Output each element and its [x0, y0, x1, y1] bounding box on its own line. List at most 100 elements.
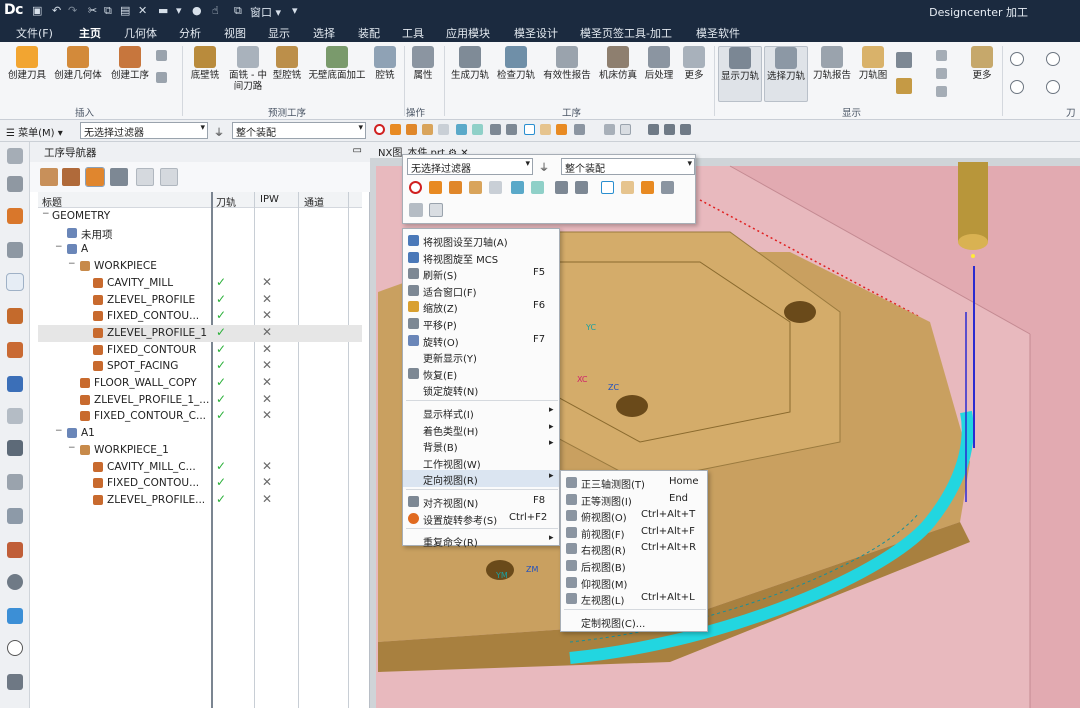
tree-row[interactable]: ZLEVEL_PROFILE_1_... ✓ ✕ [38, 392, 362, 409]
face-mill-button[interactable]: 面铣 - 中间刀路 [226, 46, 270, 92]
context-menu-item[interactable]: 工作视图(W) [403, 454, 559, 471]
verify-toolpath-button[interactable]: 检查刀轨 [494, 46, 538, 81]
globe-icon[interactable] [7, 608, 23, 624]
hexagon-icon[interactable] [524, 124, 535, 135]
display-small1-icon[interactable] [936, 50, 947, 61]
more-operations-button[interactable]: 更多 [680, 46, 708, 81]
insert-extra2-icon[interactable] [156, 72, 167, 83]
expand-toggle-icon[interactable]: − [68, 259, 76, 269]
orient-view-item[interactable]: 正等测图(I) End [561, 491, 707, 508]
graphics-viewport[interactable]: YC XC ZC YM ZM NX图_本件.prt ⚙ ✕ 无选择过滤器▾ ⏚ … [370, 142, 1080, 708]
select-box-icon[interactable] [604, 124, 615, 135]
context-menu-item[interactable]: 显示样式(I) ▸ [403, 404, 559, 421]
tree-row[interactable]: SPOT_FACING ✓ ✕ [38, 358, 362, 375]
tree-row[interactable]: − WORKPIECE [38, 258, 362, 275]
context-menu-item[interactable]: 将视图旋至 MCS [403, 249, 559, 266]
tree-row[interactable]: FIXED_CONTOUR ✓ ✕ [38, 342, 362, 359]
select-feature-icon[interactable] [540, 124, 551, 135]
filter-icon[interactable]: ⏚ [539, 159, 549, 174]
insert-extra-icon[interactable] [156, 50, 167, 61]
expand-toggle-icon[interactable]: − [68, 443, 76, 453]
select-body-icon[interactable] [429, 181, 442, 194]
process-studio-icon[interactable] [7, 542, 23, 558]
nav-prev-icon[interactable] [1010, 52, 1024, 66]
constraint-navigator-icon[interactable] [7, 242, 23, 258]
orient-view-item[interactable]: 仰视图(M) [561, 574, 707, 591]
redo-icon[interactable]: ↷ [68, 4, 77, 17]
select-view-icon[interactable] [429, 203, 443, 217]
machining-feature-icon[interactable] [7, 342, 23, 358]
properties-button[interactable]: 属性 [408, 46, 438, 81]
orient-view-item[interactable]: 定制视图(C)... [561, 613, 707, 630]
tree-row[interactable]: CAVITY_MILL_C... ✓ ✕ [38, 459, 362, 476]
tree-row[interactable]: 未用项 [38, 225, 362, 242]
display-mode-icon[interactable] [648, 124, 659, 135]
orient-view-item[interactable]: 左视图(L) Ctrl+Alt+L [561, 590, 707, 607]
context-menu-item[interactable]: 背景(B) ▸ [403, 437, 559, 454]
maximize-icon[interactable]: ▭ [353, 145, 362, 156]
copy-icon[interactable]: ⧉ [104, 4, 112, 18]
orient-view-item[interactable]: 俯视图(O) Ctrl+Alt+T [561, 507, 707, 524]
context-menu-item[interactable]: 更新显示(Y) [403, 348, 559, 365]
display-small2-icon[interactable] [936, 68, 947, 79]
create-geometry-button[interactable]: 创建几何体 [52, 46, 104, 81]
tool-display-icon[interactable] [896, 78, 912, 94]
tree-row[interactable]: ZLEVEL_PROFILE... ✓ ✕ [38, 492, 362, 509]
tree-row[interactable]: ZLEVEL_PROFILE_1 ✓ ✕ [38, 324, 362, 342]
operation-navigator-icon[interactable] [6, 273, 24, 291]
tree-row[interactable]: − A1 [38, 425, 362, 442]
context-menu-item[interactable]: 恢复(E) [403, 365, 559, 382]
pocket-mill-button[interactable]: 腔铣 [370, 46, 400, 81]
tree-row[interactable]: CAVITY_MILL ✓ ✕ [38, 275, 362, 292]
select-component-icon[interactable] [556, 124, 567, 135]
context-menu-item[interactable]: 对齐视图(N) F8 [403, 493, 559, 510]
tree-row[interactable]: − GEOMETRY [38, 208, 362, 225]
context-menu-item[interactable]: 着色类型(H) ▸ [403, 421, 559, 438]
web-browser-icon[interactable] [7, 440, 23, 456]
menu-button[interactable]: ☰ 菜单(M) ▾ [6, 124, 63, 139]
orient-view-item[interactable]: 后视图(B) [561, 557, 707, 574]
nav-first-icon[interactable] [1010, 80, 1024, 94]
context-menu-item[interactable]: 设置旋转参考(S) Ctrl+F2 [403, 510, 559, 527]
history-icon[interactable] [7, 474, 23, 490]
column-title[interactable]: 标题 [42, 194, 62, 209]
menu-app-modules[interactable]: 应用模块 [446, 25, 490, 41]
column-toolpath[interactable]: 刀轨 [216, 194, 236, 209]
snap-icon[interactable] [555, 181, 568, 194]
column-channel[interactable]: 通道 [304, 194, 324, 209]
assembly-navigator-icon[interactable] [7, 208, 23, 224]
more-icon[interactable]: ▾ [292, 4, 298, 17]
wallless-floor-button[interactable]: 无壁底面加工 [306, 46, 368, 81]
context-menu-item[interactable]: 旋转(O) F7 [403, 332, 559, 349]
machine-sim-button[interactable]: 机床仿真 [596, 46, 640, 81]
generate-toolpath-button[interactable]: 生成刀轨 [448, 46, 492, 81]
snap2-icon[interactable] [575, 181, 588, 194]
popup-assembly-select[interactable]: 整个装配 ▾ [561, 158, 695, 175]
select-face-icon[interactable] [449, 181, 462, 194]
context-menu-item[interactable]: 刷新(S) F5 [403, 265, 559, 282]
grid-icon[interactable] [7, 674, 23, 690]
select-plus-icon[interactable] [661, 181, 674, 194]
method-view-icon[interactable] [110, 168, 128, 186]
reuse-library-icon[interactable] [7, 376, 23, 392]
select-curve-icon[interactable] [456, 124, 467, 135]
create-tool-button[interactable]: 创建刀具 [6, 46, 48, 81]
menu-mosheng-design[interactable]: 模圣设计 [514, 25, 558, 41]
select-solid-icon[interactable] [422, 124, 433, 135]
orient-view-item[interactable]: 正三轴测图(T) Home [561, 474, 707, 491]
nav-last-icon[interactable] [1046, 80, 1060, 94]
system-material-icon[interactable] [7, 508, 23, 524]
select-sheet-icon[interactable] [489, 181, 502, 194]
context-menu-item[interactable]: 平移(P) [403, 315, 559, 332]
selection-filter-select[interactable]: 无选择过滤器 ▾ [80, 122, 208, 139]
tree-row[interactable]: FIXED_CONTOU... ✓ ✕ [38, 475, 362, 492]
clock-icon[interactable] [7, 640, 23, 656]
display-mode2-icon[interactable] [664, 124, 675, 135]
select-toolpath-button[interactable]: 选择刀轨 [764, 46, 808, 102]
undo-icon[interactable]: ↶ [52, 4, 61, 17]
select-feature-icon[interactable] [621, 181, 634, 194]
context-menu-item[interactable]: 将视图设至刀轴(A) [403, 232, 559, 249]
popup-filter-select[interactable]: 无选择过滤器 ▾ [407, 158, 533, 175]
more-display-button[interactable]: 更多 [966, 46, 998, 81]
validity-report-button[interactable]: 有效性报告 [540, 46, 594, 81]
